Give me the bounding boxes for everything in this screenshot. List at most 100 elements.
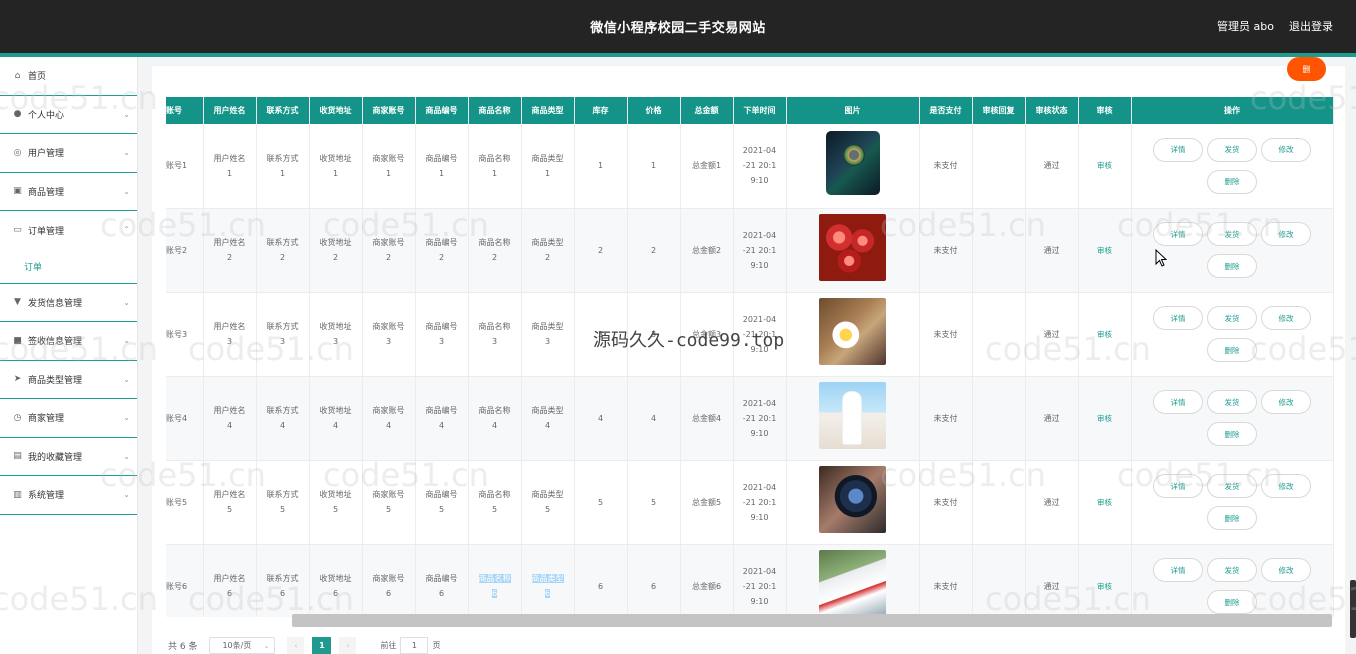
ship-button[interactable]: 发货 xyxy=(1207,306,1257,330)
audit-link[interactable]: 审核 xyxy=(1097,498,1112,507)
page-unit-label: 页 xyxy=(432,641,441,650)
sidebar-item-category[interactable]: ➤ 商品类型管理 ⌄ xyxy=(0,361,137,399)
pagination-total: 共 6 条 xyxy=(168,642,198,652)
sidebar-item-merchant[interactable]: ◷ 商家管理 ⌄ xyxy=(0,399,137,438)
cell-price: 4 xyxy=(627,376,681,461)
product-image[interactable] xyxy=(819,298,886,365)
column-header: 图片 xyxy=(786,97,920,124)
sidebar-item-label: 商家管理 xyxy=(28,414,65,425)
cell-status: 通过 xyxy=(1025,544,1079,617)
detail-button[interactable]: 详情 xyxy=(1153,558,1203,582)
audit-link[interactable]: 审核 xyxy=(1097,330,1112,339)
edit-button[interactable]: 修改 xyxy=(1261,558,1311,582)
detail-button[interactable]: 详情 xyxy=(1153,306,1203,330)
vertical-scrollbar[interactable] xyxy=(1350,580,1356,638)
delete-button[interactable]: 删除 xyxy=(1207,422,1257,446)
cell-time: 2021-04 -21 20:1 9:10 xyxy=(733,544,787,617)
delete-button[interactable]: 删除 xyxy=(1207,506,1257,530)
horizontal-scrollbar[interactable] xyxy=(292,614,1332,627)
sidebar-item-users[interactable]: ◎ 用户管理 ⌄ xyxy=(0,134,137,173)
edit-button[interactable]: 修改 xyxy=(1261,222,1311,246)
cell-addr: 收货地址 5 xyxy=(309,460,363,545)
cell-pay: 未支付 xyxy=(919,376,973,461)
selected-text: 商品名称 6 xyxy=(478,574,511,598)
edit-button[interactable]: 修改 xyxy=(1261,390,1311,414)
chevron-left-icon: ‹ xyxy=(294,641,298,650)
prev-page-button[interactable]: ‹ xyxy=(287,637,305,654)
cell-status: 通过 xyxy=(1025,208,1079,293)
cell-total: 总金额1 xyxy=(680,124,734,209)
ship-button[interactable]: 发货 xyxy=(1207,474,1257,498)
detail-button[interactable]: 详情 xyxy=(1153,474,1203,498)
next-page-button[interactable]: › xyxy=(339,637,357,654)
cell-status: 通过 xyxy=(1025,292,1079,377)
cell-pay: 未支付 xyxy=(919,208,973,293)
column-header: 价格 xyxy=(627,97,681,124)
sidebar-item-system[interactable]: ▥ 系统管理 ⌄ xyxy=(0,476,137,515)
batch-delete-button[interactable]: 删 xyxy=(1287,57,1326,81)
sidebar-item-orders[interactable]: ▭ 订单管理 ⌃ xyxy=(0,211,137,250)
goto-page-input[interactable]: 1 xyxy=(400,637,429,654)
audit-link[interactable]: 审核 xyxy=(1097,582,1112,591)
product-image[interactable] xyxy=(819,382,886,449)
ship-button[interactable]: 发货 xyxy=(1207,390,1257,414)
edit-button[interactable]: 修改 xyxy=(1261,474,1311,498)
page-number-current[interactable]: 1 xyxy=(312,637,332,654)
sidebar-item-favorites[interactable]: ▤ 我的收藏管理 ⌄ xyxy=(0,438,137,476)
cell-image xyxy=(786,124,920,209)
cell-reply xyxy=(972,460,1026,545)
sidebar-item-label: 商品管理 xyxy=(28,187,65,198)
cell-gname: 商品名称 5 xyxy=(468,460,522,545)
delete-button[interactable]: 删除 xyxy=(1207,338,1257,362)
detail-button[interactable]: 详情 xyxy=(1153,390,1203,414)
audit-link[interactable]: 审核 xyxy=(1097,414,1112,423)
page-size-select[interactable]: 10条/页 ⌄ xyxy=(209,637,276,654)
column-header: 是否支付 xyxy=(919,97,973,124)
cell-status: 通过 xyxy=(1025,376,1079,461)
sidebar-item-home[interactable]: ⌂ 首页 xyxy=(0,57,137,96)
cell-name: 用户姓名 5 xyxy=(203,460,257,545)
cell-gtype: 商品类型 4 xyxy=(521,376,575,461)
table-row: 账号5 用户姓名 5 联系方式 5 收货地址 5 商家账号 5 商品编号 5 商品名称 5商… xyxy=(166,460,1334,545)
cell-gtype: 商品类型 6 xyxy=(521,544,575,617)
edit-button[interactable]: 修改 xyxy=(1261,306,1311,330)
ship-button[interactable]: 发货 xyxy=(1207,137,1257,162)
product-image[interactable] xyxy=(819,214,886,281)
cell-total: 总金额2 xyxy=(680,208,734,293)
user-icon: ● xyxy=(13,109,22,120)
chevron-down-icon: ⌄ xyxy=(123,374,130,384)
cell-stock: 5 xyxy=(574,460,628,545)
sidebar-item-shipping[interactable]: ▼ 发货信息管理 ⌄ xyxy=(0,284,137,322)
column-header: 商品编号 xyxy=(415,97,469,124)
cell-merchant: 商家账号 5 xyxy=(362,460,416,545)
audit-link[interactable]: 审核 xyxy=(1097,161,1112,170)
product-image[interactable] xyxy=(819,466,886,533)
cell-image xyxy=(786,376,920,461)
delete-button[interactable]: 删除 xyxy=(1207,590,1257,614)
delete-button[interactable]: 删除 xyxy=(1207,169,1257,194)
product-image[interactable] xyxy=(825,131,880,196)
cell-pay: 未支付 xyxy=(919,292,973,377)
ship-button[interactable]: 发货 xyxy=(1207,222,1257,246)
mouse-cursor-icon xyxy=(1155,249,1167,267)
sidebar-subitem-orders[interactable]: 订单 xyxy=(0,250,137,284)
sidebar-item-receipt[interactable]: ■ 签收信息管理 ⌄ xyxy=(0,322,137,361)
cell-image xyxy=(786,208,920,293)
audit-link[interactable]: 审核 xyxy=(1097,246,1112,255)
logout-link[interactable]: 退出登录 xyxy=(1289,18,1333,34)
detail-button[interactable]: 详情 xyxy=(1153,137,1203,162)
table-row: 账号1 用户姓名 1 联系方式 1 收货地址 1 商家账号 1 商品编号 1 商品名称 1商… xyxy=(166,124,1334,209)
cell-gname: 商品名称 3 xyxy=(468,292,522,377)
sidebar-item-profile[interactable]: ● 个人中心 ⌄ xyxy=(0,96,137,134)
cell-acc: 账号1 xyxy=(166,124,204,209)
product-image[interactable] xyxy=(819,550,886,617)
edit-button[interactable]: 修改 xyxy=(1261,137,1311,162)
cell-gname: 商品名称 6 xyxy=(468,544,522,617)
sidebar-item-goods[interactable]: ▣ 商品管理 ⌄ xyxy=(0,173,137,211)
ship-button[interactable]: 发货 xyxy=(1207,558,1257,582)
cell-image xyxy=(786,544,920,617)
delete-button[interactable]: 删除 xyxy=(1207,254,1257,278)
detail-button[interactable]: 详情 xyxy=(1153,222,1203,246)
center-watermark: 源码久久-code99.top xyxy=(593,330,785,351)
column-header: 收货地址 xyxy=(309,97,363,124)
